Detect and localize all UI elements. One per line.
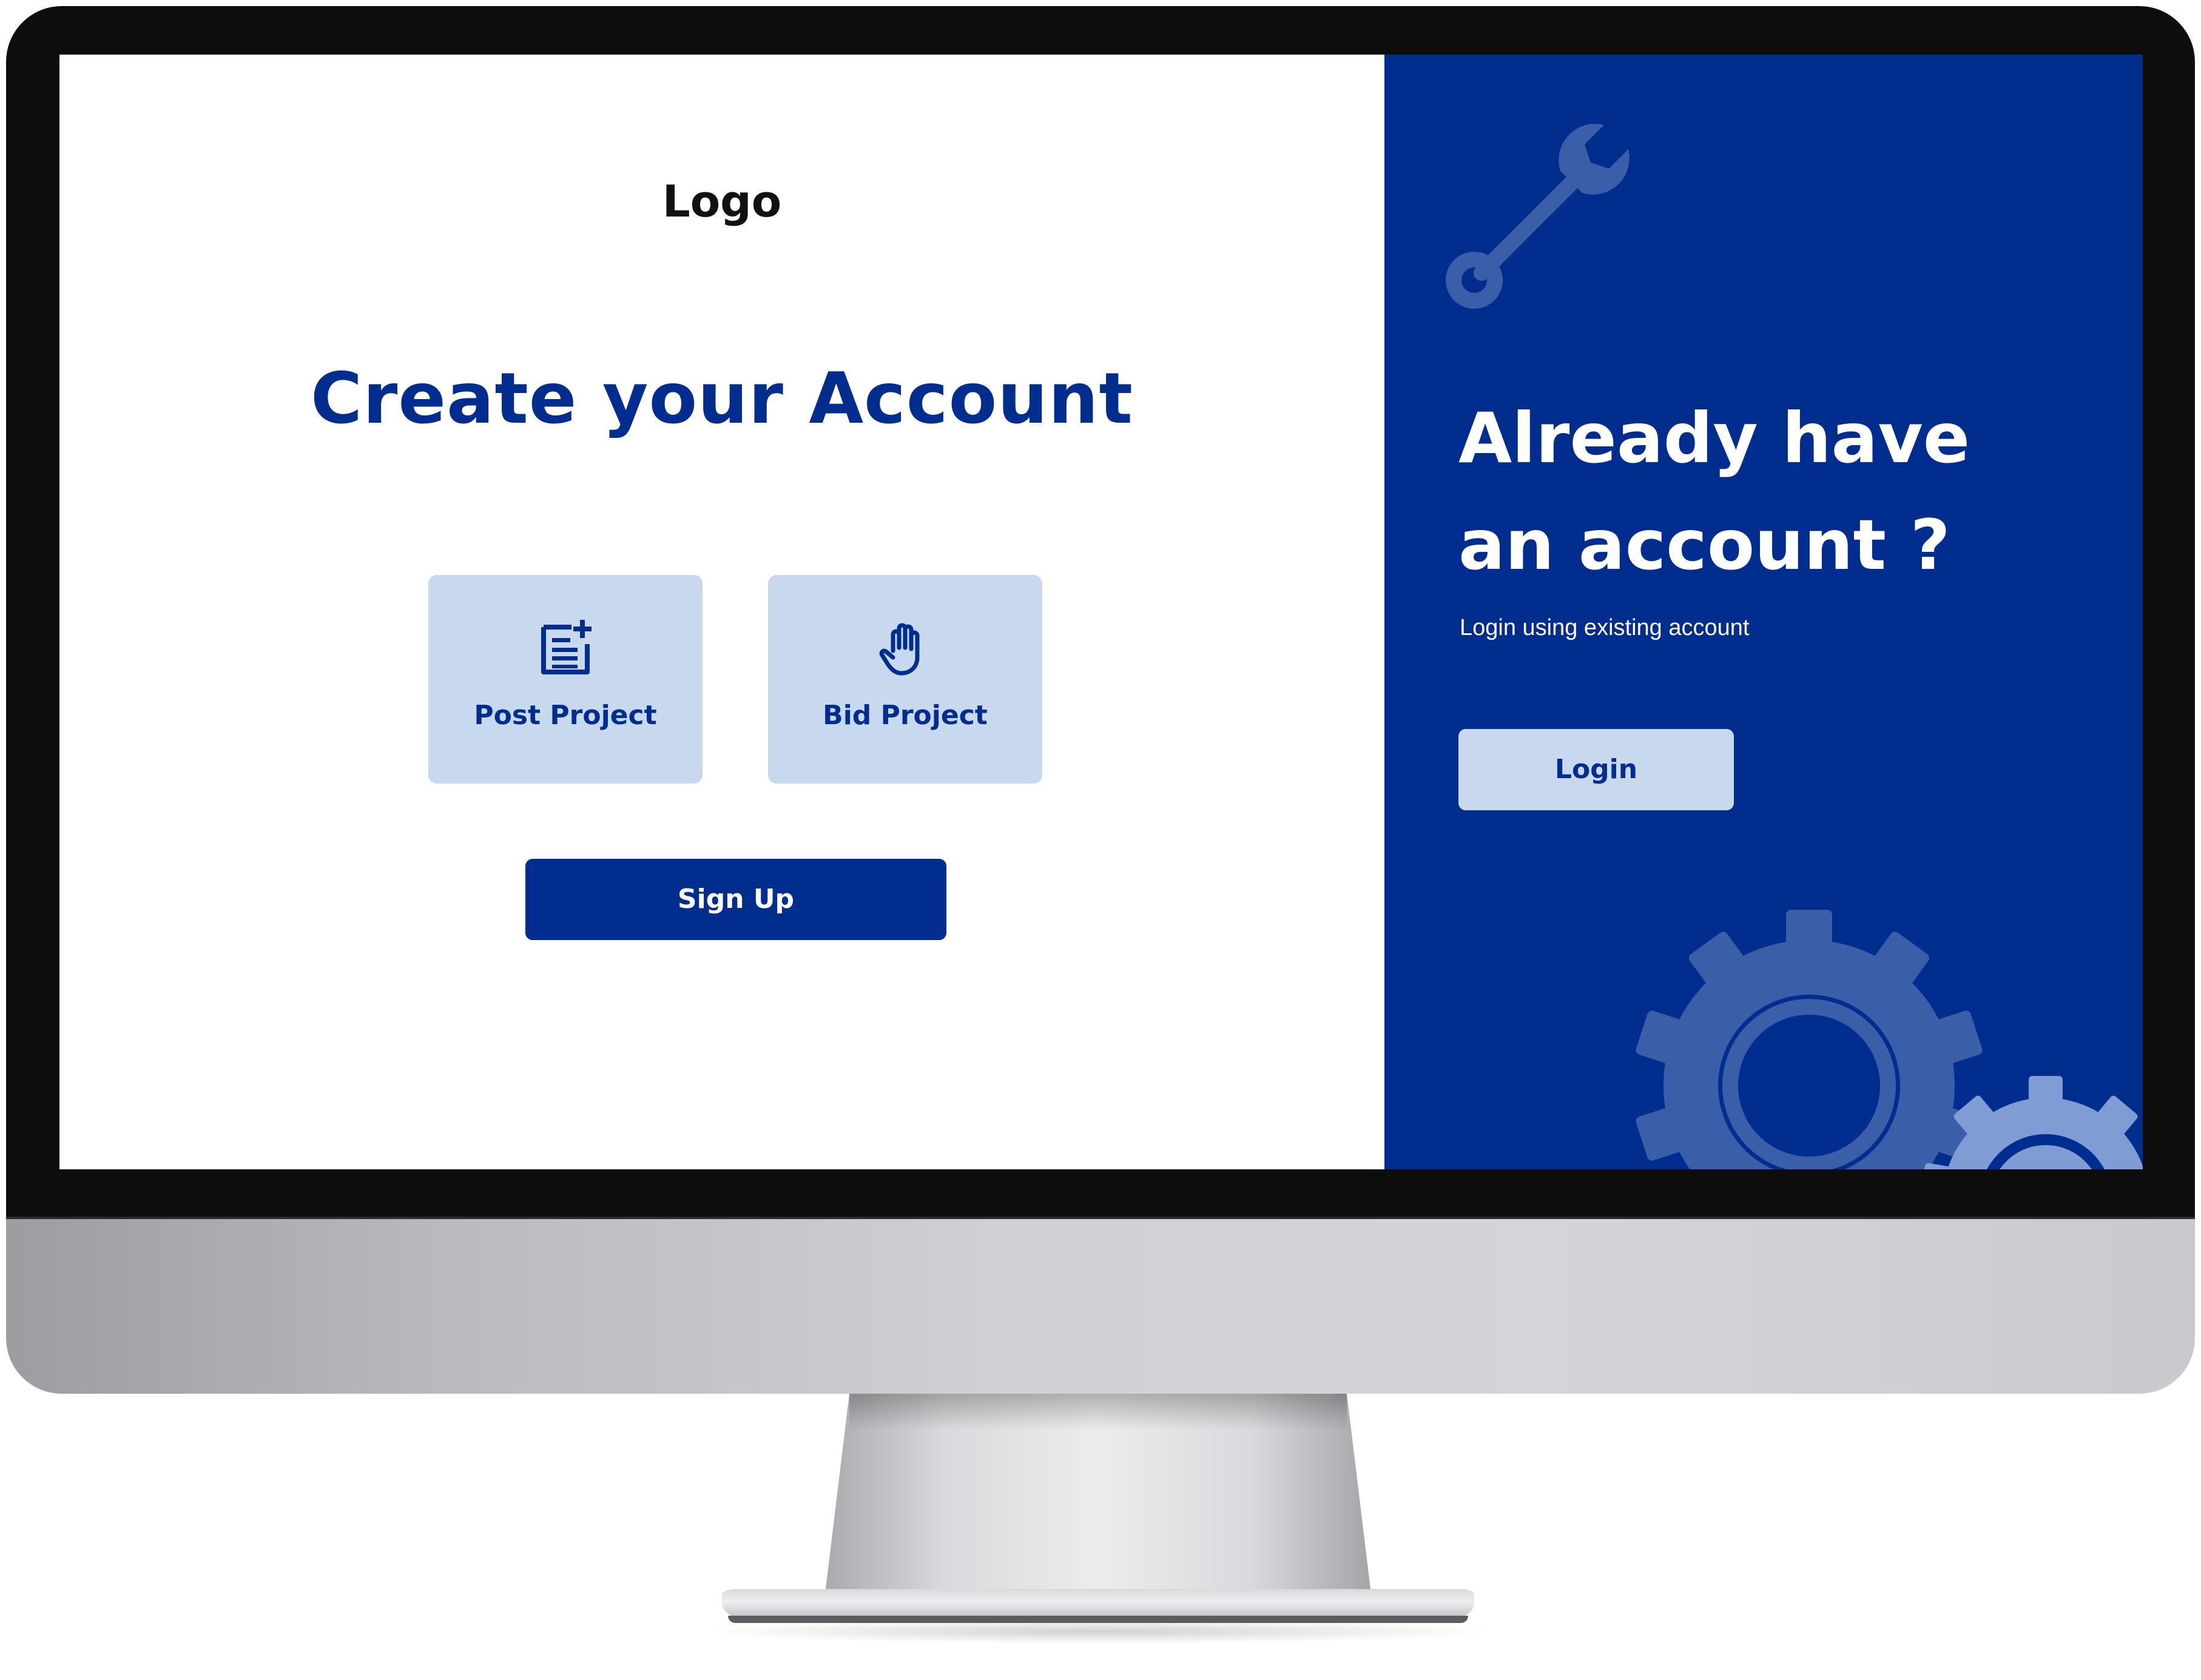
bid-project-card[interactable]: Bid Project [768, 575, 1042, 784]
stand-neck-shadow [849, 1394, 1347, 1430]
login-subtitle: Login using existing account [1460, 615, 1750, 640]
post-project-card[interactable]: Post Project [428, 575, 703, 784]
monitor-divider [6, 1217, 2195, 1219]
monitor-chin [6, 1218, 2195, 1394]
signup-panel: Logo Create your Account Post Project Bi… [59, 55, 1384, 1169]
login-title-line-1: Already have [1458, 398, 1970, 479]
signup-title: Create your Account [311, 358, 1133, 440]
gear-icon [1920, 1076, 2143, 1169]
stand-shadow [698, 1619, 1498, 1644]
bid-project-label: Bid Project [823, 700, 988, 731]
monitor-screen: Logo Create your Account Post Project Bi… [59, 55, 2143, 1169]
login-title-line-2: an account ? [1458, 505, 1950, 585]
post-project-label: Post Project [474, 700, 657, 731]
sign-up-button[interactable]: Sign Up [525, 859, 946, 940]
desktop-mockup: Logo Create your Account Post Project Bi… [0, 0, 2201, 1680]
wrench-icon [1446, 124, 1630, 309]
raised-hand-icon [879, 623, 920, 676]
login-panel: Already have an account ? Login using ex… [1384, 55, 2143, 1169]
login-title: Already have an account ? [1458, 385, 2065, 599]
document-add-icon [541, 620, 592, 674]
monitor-stand-base-edge [728, 1616, 1468, 1623]
logo: Logo [662, 176, 782, 227]
login-button[interactable]: Login [1458, 729, 1734, 810]
